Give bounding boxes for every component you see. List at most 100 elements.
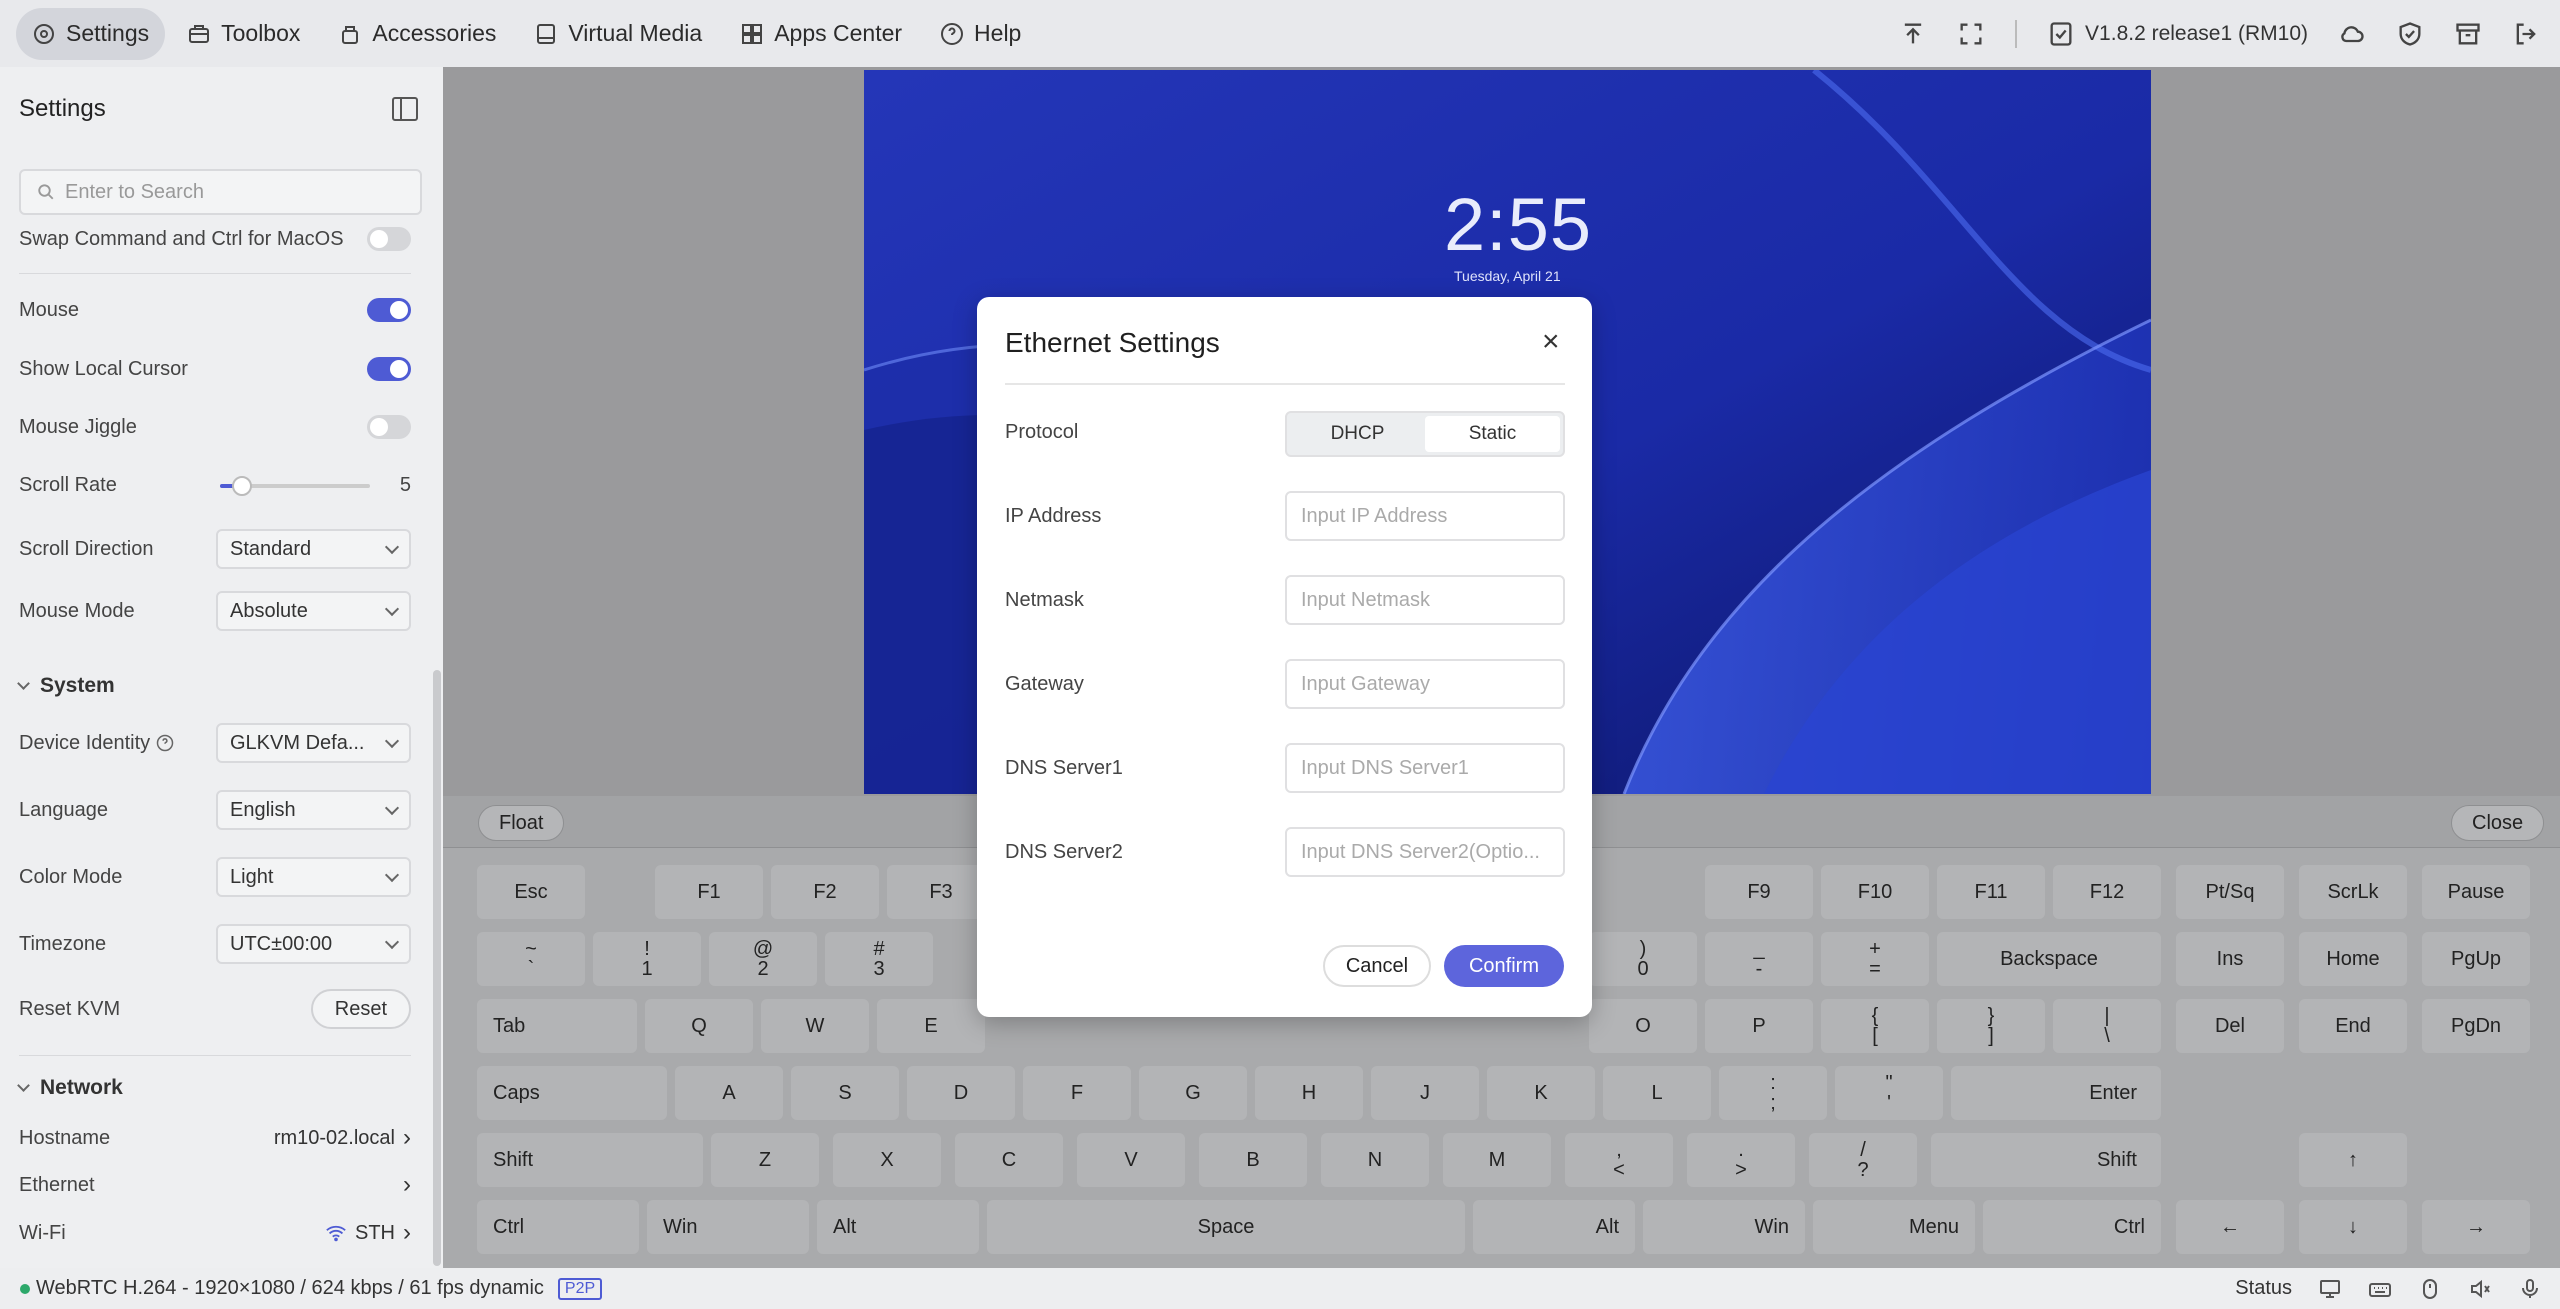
key-e[interactable]: E: [877, 999, 985, 1053]
key-p[interactable]: P: [1705, 999, 1813, 1053]
sidebar-scrollbar[interactable]: [433, 670, 441, 1266]
key-f[interactable]: F: [1023, 1066, 1131, 1120]
nav-help[interactable]: Help: [924, 8, 1037, 60]
scroll-direction-select[interactable]: Standard: [216, 529, 411, 569]
key-a[interactable]: A: [675, 1066, 783, 1120]
key-x[interactable]: X: [833, 1133, 941, 1187]
version-button[interactable]: V1.8.2 release1 (RM10): [2047, 20, 2308, 48]
key-arrow-left[interactable]: ←: [2176, 1200, 2284, 1254]
nav-settings[interactable]: Settings: [16, 7, 166, 60]
ethernet-row[interactable]: Ethernet ›: [19, 1171, 411, 1199]
key-0[interactable]: ) 0: [1589, 932, 1697, 986]
dns-server1-input[interactable]: Input DNS Server1: [1285, 743, 1565, 793]
gateway-input[interactable]: Input Gateway: [1285, 659, 1565, 709]
key-3[interactable]: #3: [825, 932, 933, 986]
key-ptsq[interactable]: Pt/Sq: [2176, 865, 2284, 919]
upload-icon[interactable]: [1899, 20, 1927, 48]
system-section-header[interactable]: System: [17, 674, 115, 698]
key-pgup[interactable]: PgUp: [2422, 932, 2530, 986]
scroll-rate-knob[interactable]: [231, 475, 252, 496]
key-end[interactable]: End: [2299, 999, 2407, 1053]
key-f1[interactable]: F1: [655, 865, 763, 919]
color-mode-select[interactable]: Light: [216, 857, 411, 897]
local-cursor-toggle[interactable]: [367, 357, 411, 381]
key-o[interactable]: O: [1589, 999, 1697, 1053]
key-h[interactable]: H: [1255, 1066, 1363, 1120]
key-shift-left[interactable]: Shift: [477, 1133, 703, 1187]
key-k[interactable]: K: [1487, 1066, 1595, 1120]
key-w[interactable]: W: [761, 999, 869, 1053]
key-period[interactable]: . >: [1687, 1133, 1795, 1187]
key-slash[interactable]: /?: [1809, 1133, 1917, 1187]
archive-icon[interactable]: [2454, 20, 2482, 48]
mouse-toggle[interactable]: [367, 298, 411, 322]
device-identity-select[interactable]: GLKVM Defa...: [216, 723, 411, 763]
sidebar-collapse-icon[interactable]: [392, 97, 418, 121]
key-enter[interactable]: Enter: [1951, 1066, 2161, 1120]
key-ins[interactable]: Ins: [2176, 932, 2284, 986]
key-arrow-right[interactable]: →: [2422, 1200, 2530, 1254]
timezone-select[interactable]: UTC±00:00: [216, 924, 411, 964]
netmask-input[interactable]: Input Netmask: [1285, 575, 1565, 625]
key-n[interactable]: N: [1321, 1133, 1429, 1187]
key-b[interactable]: B: [1199, 1133, 1307, 1187]
key-shift-right[interactable]: Shift: [1931, 1133, 2161, 1187]
key-arrow-down[interactable]: ↓: [2299, 1200, 2407, 1254]
mouse-icon[interactable]: [2418, 1277, 2442, 1301]
logout-icon[interactable]: [2512, 20, 2540, 48]
key-ctrl-right[interactable]: Ctrl: [1983, 1200, 2161, 1254]
mouse-mode-select[interactable]: Absolute: [216, 591, 411, 631]
close-icon[interactable]: ×: [1542, 327, 1560, 357]
nav-apps-center[interactable]: Apps Center: [724, 8, 918, 60]
fullscreen-icon[interactable]: [1957, 20, 1985, 48]
key-esc[interactable]: Esc: [477, 865, 585, 919]
language-select[interactable]: English: [216, 790, 411, 830]
key-scrlk[interactable]: ScrLk: [2299, 865, 2407, 919]
key-v[interactable]: V: [1077, 1133, 1185, 1187]
cloud-icon[interactable]: [2338, 20, 2366, 48]
keyboard-close-button[interactable]: Close: [2451, 805, 2545, 841]
key-g[interactable]: G: [1139, 1066, 1247, 1120]
key-alt-right[interactable]: Alt: [1473, 1200, 1635, 1254]
scroll-rate-slider[interactable]: [219, 475, 370, 496]
nav-accessories[interactable]: Accessories: [322, 8, 512, 60]
key-f10[interactable]: F10: [1821, 865, 1929, 919]
key-win-left[interactable]: Win: [647, 1200, 809, 1254]
key-2[interactable]: @2: [709, 932, 817, 986]
key-ctrl-left[interactable]: Ctrl: [477, 1200, 639, 1254]
key-minus[interactable]: _ -: [1705, 932, 1813, 986]
key-l[interactable]: L: [1603, 1066, 1711, 1120]
key-j[interactable]: J: [1371, 1066, 1479, 1120]
reset-button[interactable]: Reset: [310, 989, 411, 1029]
key-space[interactable]: Space: [987, 1200, 1465, 1254]
key-f11[interactable]: F11: [1937, 865, 2045, 919]
ip-address-input[interactable]: Input IP Address: [1285, 491, 1565, 541]
protocol-dhcp-option[interactable]: DHCP: [1290, 416, 1425, 452]
key-f12[interactable]: F12: [2053, 865, 2161, 919]
key-tab[interactable]: Tab: [477, 999, 637, 1053]
key-pgdn[interactable]: PgDn: [2422, 999, 2530, 1053]
key-menu[interactable]: Menu: [1813, 1200, 1975, 1254]
key-backspace[interactable]: Backspace: [1937, 932, 2161, 986]
key-z[interactable]: Z: [711, 1133, 819, 1187]
key-quote[interactable]: " ': [1835, 1066, 1943, 1120]
key-1[interactable]: ! 1: [593, 932, 701, 986]
key-c[interactable]: C: [955, 1133, 1063, 1187]
key-alt-left[interactable]: Alt: [817, 1200, 979, 1254]
key-right-bracket[interactable]: }]: [1937, 999, 2045, 1053]
key-arrow-up[interactable]: ↑: [2299, 1133, 2407, 1187]
shield-check-icon[interactable]: [2396, 20, 2424, 48]
key-backslash[interactable]: | \: [2053, 999, 2161, 1053]
key-s[interactable]: S: [791, 1066, 899, 1120]
key-del[interactable]: Del: [2176, 999, 2284, 1053]
key-semicolon[interactable]: :;: [1719, 1066, 1827, 1120]
key-pause[interactable]: Pause: [2422, 865, 2530, 919]
cancel-button[interactable]: Cancel: [1323, 945, 1431, 987]
wifi-row[interactable]: Wi-Fi STH ›: [19, 1219, 411, 1247]
key-f9[interactable]: F9: [1705, 865, 1813, 919]
nav-toolbox[interactable]: Toolbox: [171, 8, 316, 60]
swap-command-toggle[interactable]: [367, 227, 411, 251]
key-win-right[interactable]: Win: [1643, 1200, 1805, 1254]
speaker-muted-icon[interactable]: [2468, 1277, 2492, 1301]
key-q[interactable]: Q: [645, 999, 753, 1053]
